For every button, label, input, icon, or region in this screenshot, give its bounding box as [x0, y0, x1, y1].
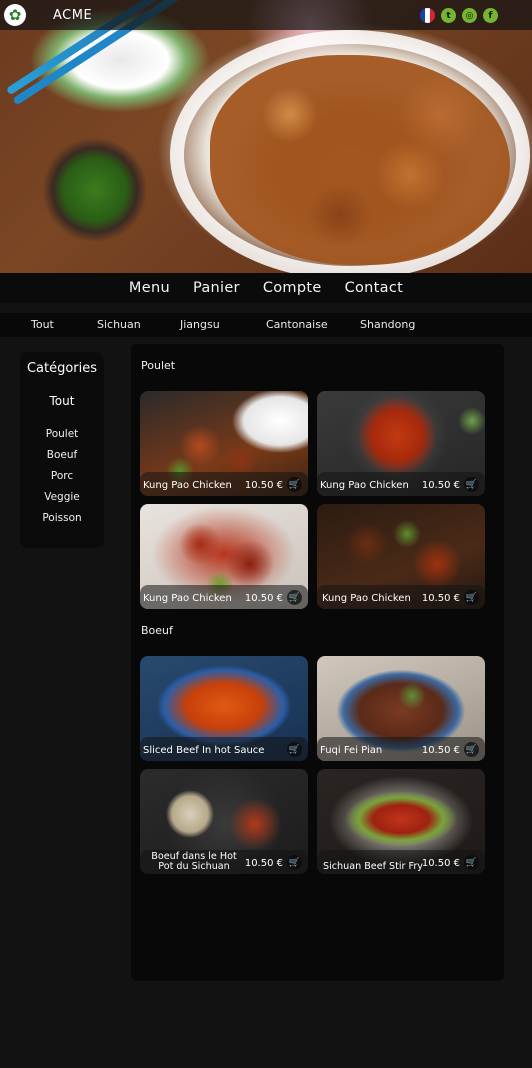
nav-compte[interactable]: Compte: [263, 280, 322, 296]
category-poulet[interactable]: Poulet: [20, 424, 104, 445]
category-veggie[interactable]: Veggie: [20, 487, 104, 508]
cart-icon[interactable]: 🛒: [464, 477, 479, 492]
category-poisson[interactable]: Poisson: [20, 508, 104, 529]
top-icons: t ◎ f: [420, 8, 498, 23]
dish-card[interactable]: Boeuf dans le Hot Pot du Sichuan 10.50 €…: [140, 769, 308, 874]
dish-price: 10.50 €: [244, 593, 283, 604]
section-title-boeuf: Boeuf: [141, 624, 173, 637]
section-title-poulet: Poulet: [141, 359, 176, 372]
cart-icon[interactable]: 🛒: [287, 855, 302, 870]
cart-icon[interactable]: 🛒: [464, 855, 479, 870]
top-bar: ✿ ACME t ◎ f: [0, 0, 532, 30]
menu-panel: Poulet Kung Pao Chicken 10.50 € 🛒 Kung P…: [131, 344, 504, 981]
dish-price: 10.50 €: [421, 745, 460, 756]
main-nav: Menu Panier Compte Contact: [0, 273, 532, 303]
categories-title: Catégories: [26, 361, 98, 376]
dish-card[interactable]: Kung Pao Chicken 10.50 € 🛒: [317, 391, 485, 496]
dish-price: 10.50 €: [421, 593, 460, 604]
cuisine-sichuan[interactable]: Sichuan: [97, 318, 141, 331]
french-flag-icon[interactable]: [420, 8, 435, 23]
dish-price: 10.50 €: [244, 480, 283, 491]
category-all[interactable]: Tout: [20, 394, 104, 408]
dish-card[interactable]: Kung Pao Chicken 10.50 € 🛒: [140, 391, 308, 496]
nav-contact[interactable]: Contact: [345, 280, 404, 296]
cuisine-shandong[interactable]: Shandong: [360, 318, 415, 331]
dish-price: 10.50 €: [421, 480, 460, 491]
dish-card[interactable]: Fuqi Fei Pian 10.50 € 🛒: [317, 656, 485, 761]
dish-name: Fuqi Fei Pian: [320, 745, 383, 756]
dish-name: Kung Pao Chicken: [143, 480, 232, 491]
hero-food-image: [0, 0, 532, 273]
dish-card[interactable]: Kung Pao Chicken 10.50 € 🛒: [140, 504, 308, 609]
cart-icon[interactable]: 🛒: [287, 590, 302, 605]
nav-menu[interactable]: Menu: [129, 280, 170, 296]
dish-price: 10.50 €: [421, 858, 460, 869]
category-porc[interactable]: Porc: [20, 466, 104, 487]
dish-name: Boeuf dans le Hot Pot du Sichuan: [151, 851, 237, 872]
category-boeuf[interactable]: Boeuf: [20, 445, 104, 466]
cart-icon[interactable]: 🛒: [464, 742, 479, 757]
cart-icon[interactable]: 🛒: [287, 742, 302, 757]
flower-icon[interactable]: ✿: [4, 4, 26, 26]
twitter-icon[interactable]: t: [441, 8, 456, 23]
facebook-icon[interactable]: f: [483, 8, 498, 23]
cart-icon[interactable]: 🛒: [464, 590, 479, 605]
cuisine-jiangsu[interactable]: Jiangsu: [180, 318, 220, 331]
cart-icon[interactable]: 🛒: [287, 477, 302, 492]
dish-card[interactable]: Sliced Beef In hot Sauce 🛒: [140, 656, 308, 761]
dish-name: Kung Pao Chicken: [143, 593, 232, 604]
cuisine-tout[interactable]: Tout: [31, 318, 54, 331]
brand-name[interactable]: ACME: [53, 8, 92, 23]
dish-price: 10.50 €: [244, 858, 283, 869]
nav-panier[interactable]: Panier: [193, 280, 240, 296]
cuisine-cantonaise[interactable]: Cantonaise: [266, 318, 328, 331]
dish-name: Kung Pao Chicken: [322, 593, 411, 604]
cuisine-nav: Tout Sichuan Jiangsu Cantonaise Shandong: [0, 313, 532, 337]
dish-name: Sliced Beef In hot Sauce: [143, 745, 265, 756]
dish-name: Kung Pao Chicken: [320, 480, 409, 491]
dish-name: Sichuan Beef Stir Fry: [323, 861, 423, 872]
categories-sidebar: Catégories Tout Poulet Boeuf Porc Veggie…: [20, 352, 104, 548]
dish-card[interactable]: Kung Pao Chicken 10.50 € 🛒: [317, 504, 485, 609]
category-list: Poulet Boeuf Porc Veggie Poisson: [20, 424, 104, 529]
dish-card[interactable]: Sichuan Beef Stir Fry 10.50 € 🛒: [317, 769, 485, 874]
instagram-icon[interactable]: ◎: [462, 8, 477, 23]
